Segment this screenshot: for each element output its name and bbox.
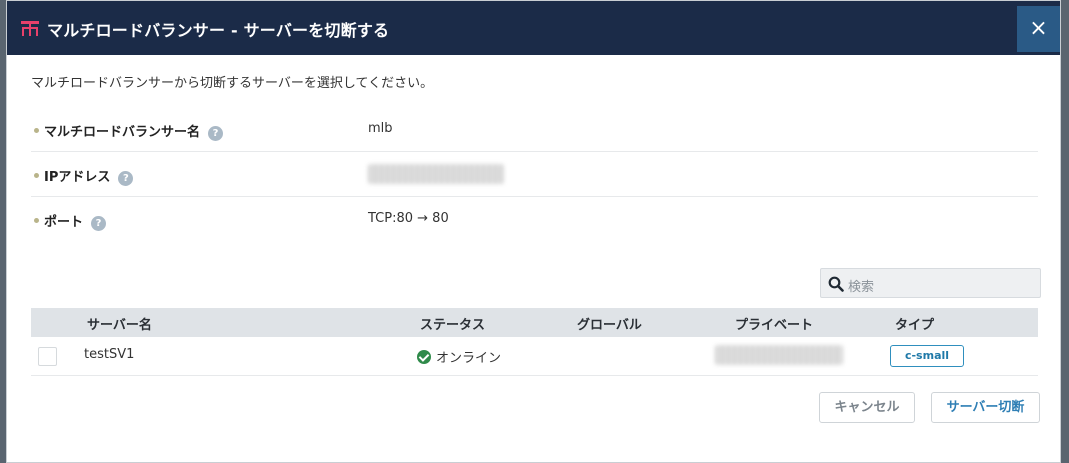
dialog-title: マルチロードバランサー - サーバーを切断する: [47, 21, 390, 40]
help-icon[interactable]: ?: [118, 171, 134, 186]
help-icon[interactable]: ?: [208, 126, 224, 141]
column-header-type[interactable]: タイプ: [895, 314, 934, 333]
close-button[interactable]: ×: [1017, 6, 1060, 52]
dialog-titlebar: マルチロードバランサー - サーバーを切断する ×: [7, 1, 1060, 55]
column-header-private[interactable]: プライベート: [735, 314, 813, 333]
info-row-port: ポート? TCP:80 → 80: [31, 197, 1038, 242]
search-input[interactable]: 検索: [820, 268, 1041, 298]
disconnect-server-button[interactable]: サーバー切断: [931, 392, 1040, 423]
port-label: ポート?: [44, 211, 107, 231]
column-header-global[interactable]: グローバル: [577, 314, 642, 333]
lb-name-value: mlb: [368, 121, 393, 136]
dialog-description: マルチロードバランサーから切断するサーバーを選択してください。: [31, 76, 434, 91]
disconnect-server-dialog: マルチロードバランサー - サーバーを切断する × マルチロードバランサーから切…: [6, 0, 1061, 463]
bullet-icon: [34, 218, 39, 223]
check-circle-icon: [417, 350, 431, 364]
status-cell: オンライン: [417, 347, 501, 366]
redacted-ip-blur: [368, 164, 504, 184]
search-placeholder[interactable]: 検索: [848, 276, 874, 295]
status-text: オンライン: [436, 351, 502, 366]
bullet-icon: [34, 128, 39, 133]
column-header-status[interactable]: ステータス: [420, 314, 485, 333]
private-ip-cell-redacted: [715, 345, 843, 369]
info-row-ip: IPアドレス?: [31, 152, 1038, 197]
port-label-text: ポート: [44, 215, 84, 230]
cancel-button[interactable]: キャンセル: [819, 392, 915, 423]
lb-name-label-text: マルチロードバランサー名: [44, 125, 201, 140]
search-icon: [828, 276, 844, 292]
type-badge: c-small: [890, 345, 964, 367]
table-row[interactable]: testSV1 オンライン c-small: [31, 337, 1038, 376]
load-balancer-icon: [21, 21, 39, 36]
help-icon[interactable]: ?: [91, 216, 107, 231]
lb-name-label: マルチロードバランサー名?: [44, 121, 224, 141]
info-row-lb-name: マルチロードバランサー名? mlb: [31, 107, 1038, 152]
server-table-header: サーバー名 ステータス グローバル プライベート タイプ: [31, 308, 1038, 337]
row-select-checkbox[interactable]: [38, 347, 57, 366]
column-header-server-name[interactable]: サーバー名: [87, 314, 152, 333]
redacted-private-ip-blur: [715, 345, 843, 365]
ip-label: IPアドレス?: [44, 166, 134, 186]
port-value: TCP:80 → 80: [368, 211, 449, 226]
server-name-cell: testSV1: [84, 347, 135, 362]
bullet-icon: [34, 173, 39, 178]
close-icon[interactable]: ×: [1029, 16, 1047, 41]
ip-label-text: IPアドレス: [44, 170, 111, 185]
ip-value-redacted: [368, 164, 504, 188]
